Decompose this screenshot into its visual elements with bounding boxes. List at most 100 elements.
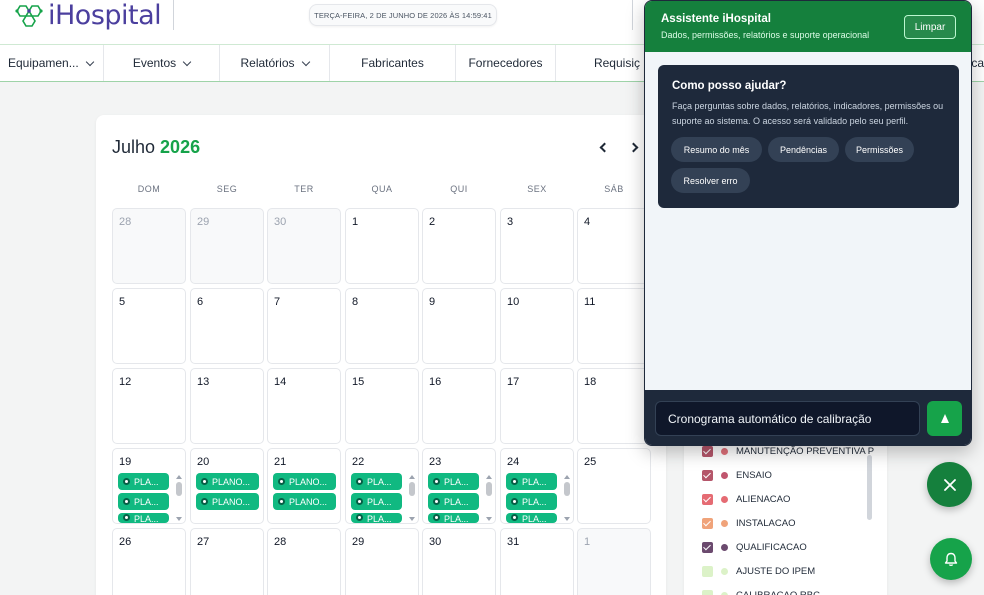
- calendar-day[interactable]: 7: [267, 288, 341, 364]
- calendar-day[interactable]: 9: [422, 288, 496, 364]
- legend-item[interactable]: AJUSTE DO IPEM: [702, 564, 815, 578]
- legend-item[interactable]: ENSAIO: [702, 468, 772, 482]
- calendar-day[interactable]: 13: [190, 368, 264, 444]
- calendar-day[interactable]: 27: [190, 528, 264, 595]
- legend-checkbox[interactable]: [702, 589, 713, 595]
- calendar-day[interactable]: 8: [345, 288, 419, 364]
- legend-checkbox[interactable]: [702, 445, 713, 457]
- calendar-day[interactable]: 2: [422, 208, 496, 284]
- nav-item[interactable]: Equipamen...: [0, 45, 104, 81]
- calendar-day[interactable]: 20 PLANO... PLANO...: [190, 448, 264, 524]
- scrollbar-thumb[interactable]: [564, 482, 570, 496]
- calendar-day[interactable]: 5: [112, 288, 186, 364]
- calendar-event[interactable]: PLA...: [351, 473, 402, 490]
- calendar-day[interactable]: 22 PLA... PLA... PLA...: [345, 448, 419, 524]
- clear-button[interactable]: Limpar: [904, 15, 956, 39]
- calendar-day[interactable]: 26: [112, 528, 186, 595]
- legend-checkbox[interactable]: [702, 517, 713, 529]
- calendar-event[interactable]: PLA...: [118, 513, 169, 523]
- calendar-event[interactable]: PLA...: [428, 473, 479, 490]
- suggestion-chip[interactable]: Resolver erro: [671, 168, 750, 193]
- scroll-down-arrow-icon[interactable]: [176, 517, 182, 521]
- calendar-day[interactable]: 19 PLA... PLA... PLA...: [112, 448, 186, 524]
- legend-checkbox[interactable]: [702, 493, 713, 505]
- calendar-day[interactable]: 29: [345, 528, 419, 595]
- scroll-up-arrow-icon[interactable]: [564, 475, 570, 479]
- calendar-event[interactable]: PLA...: [506, 473, 557, 490]
- close-assistant-button[interactable]: [927, 462, 972, 507]
- calendar-day[interactable]: 10: [500, 288, 574, 364]
- legend-item[interactable]: ALIENACAO: [702, 492, 790, 506]
- prev-month-button[interactable]: [595, 139, 611, 155]
- scroll-down-arrow-icon[interactable]: [564, 517, 570, 521]
- legend-scrollbar[interactable]: [867, 455, 872, 520]
- calendar-day[interactable]: 18: [577, 368, 651, 444]
- calendar-day[interactable]: 21 PLANO... PLANO...: [267, 448, 341, 524]
- legend-item[interactable]: QUALIFICACAO: [702, 540, 807, 554]
- scroll-up-arrow-icon[interactable]: [176, 475, 182, 479]
- calendar-day[interactable]: 6: [190, 288, 264, 364]
- notifications-button[interactable]: [930, 538, 972, 580]
- calendar-day[interactable]: 14: [267, 368, 341, 444]
- scrollbar-thumb[interactable]: [486, 482, 492, 496]
- scroll-up-arrow-icon[interactable]: [486, 475, 492, 479]
- calendar-day[interactable]: 31: [500, 528, 574, 595]
- calendar-event[interactable]: PLA...: [118, 473, 169, 490]
- calendar-event[interactable]: PLA...: [428, 493, 479, 510]
- legend-checkbox[interactable]: [702, 469, 713, 481]
- calendar-event[interactable]: PLANO...: [196, 493, 259, 510]
- assistant-input[interactable]: Cronograma automático de calibração: [655, 401, 920, 436]
- calendar-event[interactable]: PLANO...: [273, 473, 336, 490]
- calendar-day[interactable]: 17: [500, 368, 574, 444]
- day-scrollbar[interactable]: [564, 475, 570, 521]
- legend-checkbox[interactable]: [702, 565, 713, 577]
- calendar-day[interactable]: 29: [190, 208, 264, 284]
- send-button[interactable]: [927, 401, 962, 436]
- calendar-event[interactable]: PLA...: [351, 513, 402, 523]
- suggestion-chip[interactable]: Pendências: [768, 137, 839, 162]
- legend-item[interactable]: MANUTENÇÃO PREVENTIVA P: [702, 444, 874, 458]
- legend-checkbox[interactable]: [702, 541, 713, 553]
- calendar-event[interactable]: PLANO...: [196, 473, 259, 490]
- app-logo[interactable]: iHospital: [12, 0, 162, 31]
- calendar-day[interactable]: 28: [267, 528, 341, 595]
- nav-item[interactable]: Relatórios: [220, 45, 330, 81]
- legend-item[interactable]: CALIBRACAO RBC: [702, 588, 820, 595]
- calendar-day[interactable]: 3: [500, 208, 574, 284]
- calendar-event[interactable]: PLA...: [506, 513, 557, 523]
- scrollbar-thumb[interactable]: [176, 482, 182, 496]
- scroll-down-arrow-icon[interactable]: [486, 517, 492, 521]
- calendar-event[interactable]: PLA...: [428, 513, 479, 523]
- calendar-event[interactable]: PLANO...: [273, 493, 336, 510]
- calendar-day[interactable]: 28: [112, 208, 186, 284]
- nav-item[interactable]: Eventos: [104, 45, 220, 81]
- calendar-day[interactable]: 24 PLA... PLA... PLA...: [500, 448, 574, 524]
- calendar-event[interactable]: PLA...: [118, 493, 169, 510]
- calendar-day[interactable]: 12: [112, 368, 186, 444]
- scroll-up-arrow-icon[interactable]: [409, 475, 415, 479]
- suggestion-chip[interactable]: Resumo do mês: [671, 137, 762, 162]
- calendar-day[interactable]: 23 PLA... PLA... PLA...: [422, 448, 496, 524]
- nav-item[interactable]: Fornecedores: [456, 45, 556, 81]
- next-month-button[interactable]: [627, 139, 643, 155]
- calendar-event[interactable]: PLA...: [351, 493, 402, 510]
- day-scrollbar[interactable]: [486, 475, 492, 521]
- calendar-day[interactable]: 1: [345, 208, 419, 284]
- calendar-day[interactable]: 30: [422, 528, 496, 595]
- legend-item[interactable]: INSTALACAO: [702, 516, 795, 530]
- calendar-day[interactable]: 25: [577, 448, 651, 524]
- day-scrollbar[interactable]: [409, 475, 415, 521]
- day-scrollbar[interactable]: [176, 475, 182, 521]
- suggestion-chip[interactable]: Permissões: [845, 137, 914, 162]
- scroll-down-arrow-icon[interactable]: [409, 517, 415, 521]
- calendar-event[interactable]: PLA...: [506, 493, 557, 510]
- calendar-day[interactable]: 15: [345, 368, 419, 444]
- nav-item[interactable]: Requisiç: [556, 45, 640, 81]
- calendar-day[interactable]: 4: [577, 208, 651, 284]
- calendar-day[interactable]: 1: [577, 528, 651, 595]
- calendar-day[interactable]: 30: [267, 208, 341, 284]
- calendar-day[interactable]: 11: [577, 288, 651, 364]
- scrollbar-thumb[interactable]: [409, 482, 415, 496]
- calendar-day[interactable]: 16: [422, 368, 496, 444]
- nav-item[interactable]: Fabricantes: [330, 45, 456, 81]
